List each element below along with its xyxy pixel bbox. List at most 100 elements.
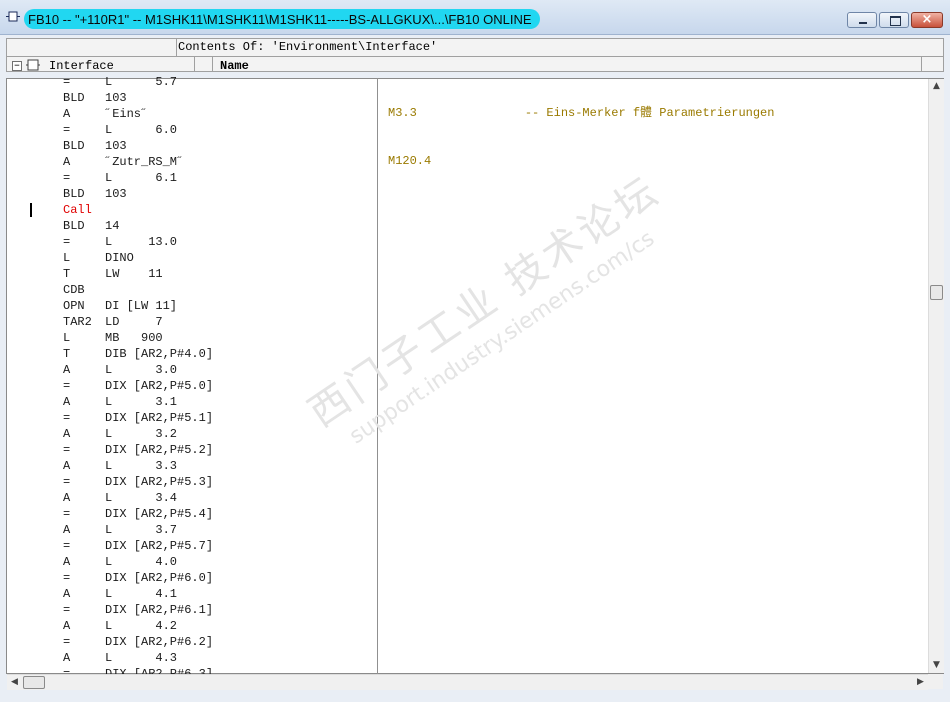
tree-collapse-icon[interactable]: −	[12, 61, 22, 71]
code-operation: L	[63, 331, 71, 345]
code-operation: A	[63, 395, 71, 409]
code-operand: LD 7	[105, 315, 163, 329]
code-operand: DIX [AR2,P#6.0]	[105, 571, 214, 585]
code-operand: L 4.3	[105, 651, 178, 665]
code-operand: L 3.7	[105, 523, 178, 537]
code-operation: =	[63, 507, 71, 521]
code-operand: LW 11	[105, 267, 163, 281]
code-operation: CDB	[63, 283, 85, 297]
column-separator	[212, 57, 213, 72]
name-column-header[interactable]: Name	[220, 59, 249, 73]
horizontal-scroll-thumb[interactable]	[23, 676, 45, 689]
code-operand: DIX [AR2,P#6.1]	[105, 603, 214, 617]
code-operation: A	[63, 427, 71, 441]
code-operand: L 6.0	[105, 123, 178, 137]
code-operand: MB 900	[105, 331, 163, 345]
code-operand: L 3.4	[105, 491, 178, 505]
block-icon	[6, 11, 20, 22]
maximize-icon	[890, 16, 901, 26]
code-operand: DIX [AR2,P#5.4]	[105, 507, 214, 521]
code-operand: 103	[105, 139, 127, 153]
code-operation: A	[63, 651, 71, 665]
code-operation: A	[63, 619, 71, 633]
vertical-scroll-thumb[interactable]	[930, 285, 943, 300]
code-operand: DIB [AR2,P#4.0]	[105, 347, 214, 361]
code-operation: OPN	[63, 299, 85, 313]
code-operand: L 13.0	[105, 235, 178, 249]
comment-line: M3.3 -- Eins-Merker f體 Parametrierungen	[388, 106, 775, 120]
title-highlight: FB10 -- "+110R1" -- M1SHK11\M1SHK11\M1SH…	[24, 9, 540, 29]
comment-line: M120.4	[388, 154, 432, 168]
code-operand: DIX [AR2,P#5.3]	[105, 475, 214, 489]
code-operand: DIX [AR2,P#5.7]	[105, 539, 214, 553]
code-operand: 14	[105, 219, 120, 233]
code-operation: A	[63, 155, 71, 169]
code-operation: =	[63, 539, 71, 553]
interface-icon	[26, 59, 40, 71]
code-operation: =	[63, 411, 71, 425]
code-operation: =	[63, 475, 71, 489]
code-operation: TAR2	[63, 315, 92, 329]
header-separator	[176, 38, 177, 56]
code-operation: A	[63, 459, 71, 473]
contents-of-label: Contents Of: 'Environment\Interface'	[178, 40, 438, 54]
maximize-button[interactable]	[879, 12, 909, 28]
code-operand: DIX [AR2,P#5.2]	[105, 443, 214, 457]
code-operation: A	[63, 491, 71, 505]
scrollbar-corner	[928, 674, 943, 689]
code-operation: =	[63, 635, 71, 649]
code-operand: L 3.0	[105, 363, 178, 377]
code-operand: L 6.1	[105, 171, 178, 185]
code-operation: BLD	[63, 187, 85, 201]
code-operation: A	[63, 363, 71, 377]
code-operand: 103	[105, 91, 127, 105]
code-operand: 103	[105, 187, 127, 201]
text-cursor	[30, 203, 32, 217]
comment-column-divider	[377, 78, 378, 674]
horizontal-scrollbar[interactable]: ◀ ▶	[7, 674, 928, 690]
scroll-left-icon[interactable]: ◀	[7, 675, 22, 690]
code-operation: =	[63, 443, 71, 457]
code-operand: L 3.2	[105, 427, 178, 441]
code-operand: DIX [AR2,P#5.0]	[105, 379, 214, 393]
code-operand: ˝Eins˝	[105, 107, 149, 121]
code-operation: A	[63, 587, 71, 601]
code-operation: =	[63, 123, 71, 137]
code-operation: T	[63, 267, 71, 281]
code-operand: L 4.0	[105, 555, 178, 569]
window-title: FB10 -- "+110R1" -- M1SHK11\M1SHK11\M1SH…	[28, 11, 532, 27]
code-operand: L 3.3	[105, 459, 178, 473]
title-bar: FB10 -- "+110R1" -- M1SHK11\M1SHK11\M1SH…	[0, 0, 950, 35]
code-operation: T	[63, 347, 71, 361]
code-operand: DI [LW 11]	[105, 299, 178, 313]
scroll-down-icon[interactable]: ▼	[929, 658, 944, 673]
code-operation: L	[63, 251, 71, 265]
code-operation: =	[63, 235, 71, 249]
column-separator	[194, 57, 195, 72]
code-operand: DIX [AR2,P#5.1]	[105, 411, 214, 425]
code-operand: L 4.1	[105, 587, 178, 601]
code-operand: DINO	[105, 251, 134, 265]
code-operation: =	[63, 379, 71, 393]
scroll-right-icon[interactable]: ▶	[913, 675, 928, 690]
close-icon: ×	[921, 12, 933, 27]
minimize-button[interactable]	[847, 12, 877, 28]
scroll-up-icon[interactable]: ▲	[929, 79, 944, 94]
code-operand: ˝Zutr_RS_M˝	[105, 155, 185, 169]
tree-item-interface[interactable]: Interface	[49, 59, 114, 73]
code-operand: L 3.1	[105, 395, 178, 409]
minimize-icon	[859, 22, 867, 24]
vertical-scrollbar[interactable]: ▲ ▼	[928, 79, 944, 673]
code-operation: BLD	[63, 91, 85, 105]
code-operand: L 5.7	[105, 75, 178, 89]
code-operation: BLD	[63, 219, 85, 233]
code-operation: A	[63, 107, 71, 121]
close-button[interactable]: ×	[911, 12, 943, 28]
code-operation: =	[63, 603, 71, 617]
code-operation: =	[63, 571, 71, 585]
code-operation: A	[63, 555, 71, 569]
column-separator	[921, 57, 922, 72]
code-operation: Call	[63, 203, 92, 217]
header-divider	[6, 56, 944, 57]
code-operand: DIX [AR2,P#6.2]	[105, 635, 214, 649]
